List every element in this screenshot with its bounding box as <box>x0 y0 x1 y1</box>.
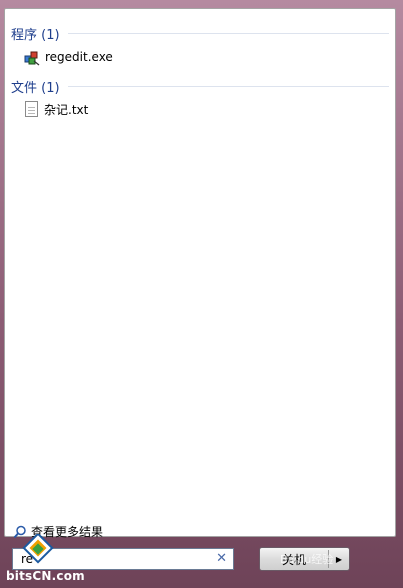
result-label: 杂记.txt <box>44 102 89 117</box>
result-label: regedit.exe <box>45 50 113 64</box>
divider <box>67 33 389 34</box>
result-item-regedit[interactable]: regedit.exe <box>23 47 113 67</box>
text-file-icon <box>25 101 38 117</box>
regedit-icon <box>23 48 41 66</box>
group-header-label: 文件 (1) <box>11 81 60 96</box>
watermark-site-text: bitsCN.com <box>6 569 85 583</box>
group-header-files: 文件 (1) <box>11 77 389 96</box>
search-results-panel: 程序 (1) regedit.exe 文件 (1) 杂记.txt 查看更多结果 <box>4 8 396 539</box>
watermark-overlay-text: Baidu经验 <box>280 553 334 566</box>
clear-search-icon[interactable]: ✕ <box>216 549 227 569</box>
group-header-label: 程序 (1) <box>11 28 60 43</box>
divider <box>67 86 389 87</box>
watermark-logo <box>18 532 58 574</box>
result-item-zaji-txt[interactable]: 杂记.txt <box>23 99 88 119</box>
group-header-programs: 程序 (1) <box>11 24 389 43</box>
